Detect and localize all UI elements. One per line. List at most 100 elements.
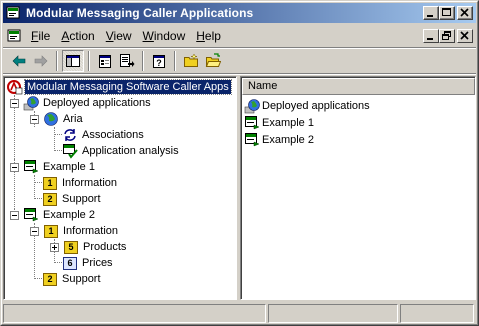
list-item-label: Example 2 bbox=[262, 134, 314, 146]
tree-item-deployed-applications[interactable]: Deployed applications bbox=[10, 95, 153, 111]
minimize-icon[interactable] bbox=[423, 6, 439, 20]
menu-number-1-icon: 1 bbox=[43, 223, 59, 239]
expand-toggle[interactable] bbox=[50, 242, 59, 252]
mdi-controls bbox=[423, 29, 473, 43]
menu-number-5-icon: 5 bbox=[63, 239, 79, 255]
toolbar-separator bbox=[88, 51, 90, 71]
toolbar-pane-divider bbox=[3, 73, 476, 75]
application-icon bbox=[23, 207, 39, 223]
list-item[interactable]: Example 1 bbox=[244, 115, 314, 131]
tree-label-deployed: Deployed applications bbox=[43, 97, 151, 109]
tree-item-example-2-information[interactable]: 1 Information bbox=[30, 223, 120, 239]
collapse-toggle[interactable] bbox=[10, 162, 19, 172]
collapse-toggle[interactable] bbox=[30, 114, 39, 124]
collapse-toggle[interactable] bbox=[10, 210, 19, 220]
tree-pane[interactable]: Modular Messaging Software Caller Apps D… bbox=[3, 76, 237, 300]
menu-action[interactable]: Action bbox=[58, 29, 102, 43]
open-folder-icon[interactable] bbox=[202, 50, 224, 72]
tree-label-example-1: Example 1 bbox=[43, 161, 95, 173]
menu-bar: File Action View Window Help bbox=[3, 26, 476, 46]
toolbar: ? bbox=[3, 49, 476, 73]
back-arrow-icon[interactable] bbox=[8, 50, 30, 72]
mdi-close-icon[interactable] bbox=[457, 29, 473, 43]
tree-item-example-1-information[interactable]: 1 Information bbox=[42, 175, 119, 191]
menu-number-badge: 1 bbox=[44, 225, 58, 238]
export-list-icon[interactable] bbox=[116, 50, 138, 72]
toolbar-separator bbox=[174, 51, 176, 71]
tree-item-products[interactable]: 5 Products bbox=[50, 239, 128, 255]
tree-label-example-2: Example 2 bbox=[43, 209, 95, 221]
help-icon[interactable]: ? bbox=[148, 50, 170, 72]
aria-globe-icon bbox=[43, 111, 59, 127]
menu-file[interactable]: File bbox=[28, 29, 58, 43]
tree-line bbox=[34, 182, 42, 183]
tree-line bbox=[34, 175, 35, 199]
menu-number-6-icon: 6 bbox=[62, 255, 78, 271]
status-cell-tertiary bbox=[400, 304, 474, 323]
tree-item-example-2-support[interactable]: 2 Support bbox=[42, 271, 103, 287]
tree-line bbox=[54, 127, 55, 151]
list-pane[interactable]: Name Deployed applications Example 1 Exa… bbox=[240, 76, 476, 300]
list-item-label: Example 1 bbox=[262, 117, 314, 129]
tree-item-aria[interactable]: Aria bbox=[30, 111, 85, 127]
show-hide-tree-icon[interactable] bbox=[62, 50, 84, 72]
forward-arrow-icon[interactable] bbox=[30, 50, 52, 72]
menu-number-badge: 2 bbox=[43, 193, 57, 206]
window-title: Modular Messaging Caller Applications bbox=[26, 6, 254, 20]
menu-help[interactable]: Help bbox=[193, 29, 229, 43]
application-icon bbox=[23, 159, 39, 175]
tree-label-ex1-support: Support bbox=[62, 193, 101, 205]
tree-label-aria: Aria bbox=[63, 113, 83, 125]
deployed-globe-icon bbox=[244, 98, 260, 114]
tree-item-example-1[interactable]: Example 1 bbox=[10, 159, 97, 175]
mdi-restore-icon[interactable] bbox=[439, 29, 455, 43]
tree-line bbox=[34, 278, 42, 279]
new-application-icon[interactable] bbox=[180, 50, 202, 72]
tree-line bbox=[34, 198, 42, 199]
status-cell-main bbox=[3, 304, 266, 323]
tree-item-prices[interactable]: 6 Prices bbox=[62, 255, 115, 271]
tree-line bbox=[54, 150, 62, 151]
menu-view-rest: iew bbox=[113, 29, 132, 43]
collapse-toggle[interactable] bbox=[30, 226, 39, 236]
menu-number-2-icon: 2 bbox=[42, 271, 58, 287]
avaya-root-icon bbox=[7, 79, 23, 95]
refresh-arrows-icon bbox=[62, 127, 78, 143]
tree-item-example-1-support[interactable]: 2 Support bbox=[42, 191, 103, 207]
tree-label-ex2-support: Support bbox=[62, 273, 101, 285]
svg-text:?: ? bbox=[156, 58, 162, 68]
deployed-globe-icon bbox=[23, 95, 39, 111]
tree-label-prices: Prices bbox=[82, 257, 113, 269]
collapse-toggle[interactable] bbox=[10, 98, 19, 108]
analysis-check-icon bbox=[62, 143, 78, 159]
status-bar bbox=[3, 304, 476, 323]
maximize-icon[interactable] bbox=[439, 6, 455, 20]
menu-view-mnemonic: V bbox=[105, 29, 114, 43]
tree-item-application-analysis[interactable]: Application analysis bbox=[62, 143, 181, 159]
tree-line bbox=[54, 134, 62, 135]
mmca-app-icon bbox=[6, 5, 22, 21]
tree-item-associations[interactable]: Associations bbox=[62, 127, 146, 143]
tree-item-root[interactable]: Modular Messaging Software Caller Apps bbox=[7, 79, 232, 95]
menu-number-badge: 2 bbox=[43, 273, 57, 286]
tree-label-root: Modular Messaging Software Caller Apps bbox=[24, 79, 232, 95]
window-controls bbox=[423, 6, 473, 20]
menu-view[interactable]: View bbox=[103, 29, 140, 43]
list-item-label: Deployed applications bbox=[262, 100, 370, 112]
mdi-minimize-icon[interactable] bbox=[423, 29, 439, 43]
mdi-child-icon[interactable] bbox=[7, 28, 23, 44]
properties-icon[interactable] bbox=[94, 50, 116, 72]
application-icon bbox=[244, 132, 260, 148]
menu-action-rest: ction bbox=[69, 29, 95, 43]
toolbar-separator bbox=[142, 51, 144, 71]
title-bar[interactable]: Modular Messaging Caller Applications bbox=[3, 3, 476, 23]
column-header-name[interactable]: Name bbox=[242, 78, 475, 95]
list-item[interactable]: Example 2 bbox=[244, 132, 314, 148]
tree-item-example-2[interactable]: Example 2 bbox=[10, 207, 97, 223]
menu-help-rest: elp bbox=[204, 29, 221, 43]
menu-file-rest: ile bbox=[38, 29, 51, 43]
list-item[interactable]: Deployed applications bbox=[244, 98, 370, 114]
menu-window[interactable]: Window bbox=[140, 29, 194, 43]
menu-help-mnemonic: H bbox=[196, 29, 205, 43]
close-icon[interactable] bbox=[457, 6, 473, 20]
